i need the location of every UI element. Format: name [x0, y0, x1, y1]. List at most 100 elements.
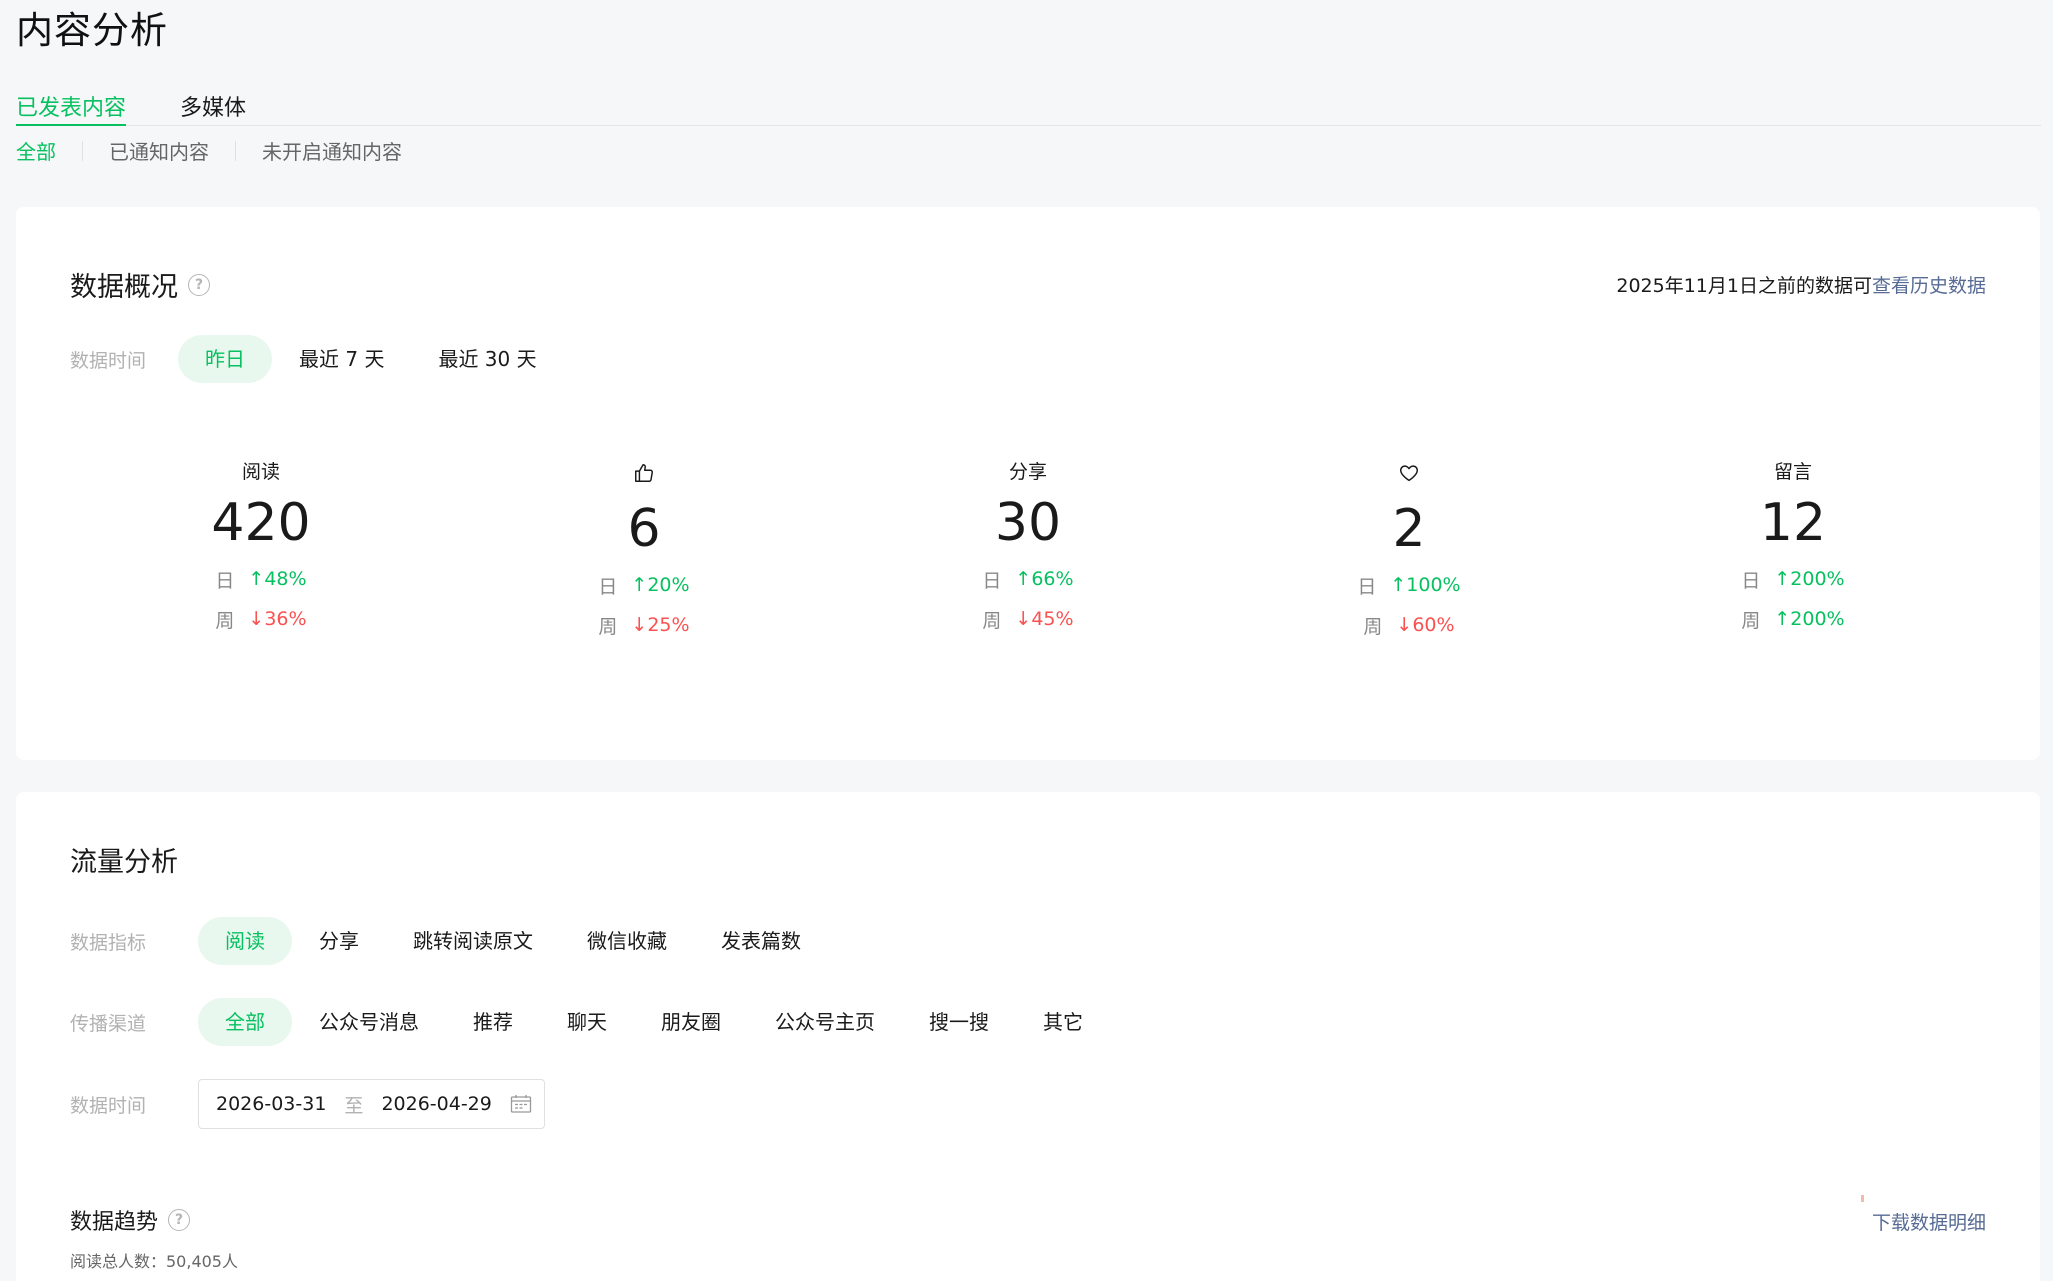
trend-title: 数据趋势	[70, 1210, 159, 1235]
stat-day-change: 日 ↑100%	[1309, 571, 1509, 599]
thumbs-up-icon	[635, 463, 653, 482]
date-start[interactable]: 2026-03-31	[216, 1093, 326, 1115]
history-prefix: 2025年11月1日之前的数据可	[1616, 275, 1872, 297]
day-change-value: ↑48%	[248, 568, 307, 590]
day-change-value: ↑20%	[631, 574, 690, 596]
stat-value: 420	[211, 493, 311, 553]
traffic-card: 流量分析 数据指标 阅读 分享 跳转阅读原文 微信收藏 发表篇数 传播渠道 全部…	[16, 792, 2040, 1281]
stat-share: 分享 30 日 ↑66% 周 ↓45%	[928, 459, 1128, 633]
week-change-value: ↓60%	[1396, 614, 1455, 636]
arrow-up-icon: ↑	[1015, 568, 1032, 590]
date-end[interactable]: 2026-04-29	[381, 1093, 491, 1115]
date-separator: 至	[344, 1094, 364, 1117]
sub-tabs: 全部 已通知内容 未开启通知内容	[16, 136, 402, 165]
stat-value: 6	[627, 499, 661, 559]
page-title: 内容分析	[16, 9, 168, 52]
arrow-down-icon: ↓	[1396, 614, 1413, 636]
time-label: 数据时间	[70, 349, 147, 372]
subtab-all[interactable]: 全部	[16, 136, 56, 165]
trend-heading: 数据趋势 ?	[70, 1204, 191, 1236]
metric-share[interactable]: 分享	[292, 917, 386, 965]
decorative-mark	[1861, 1195, 1864, 1202]
stat-week-change: 周 ↓25%	[544, 611, 744, 639]
channel-moments[interactable]: 朋友圈	[634, 998, 748, 1046]
day-change-value: ↑100%	[1390, 574, 1461, 596]
week-label: 周	[1363, 615, 1383, 638]
channel-filter: 传播渠道 全部 公众号消息 推荐 聊天 朋友圈 公众号主页 搜一搜 其它	[70, 998, 1110, 1046]
week-label: 周	[1741, 609, 1761, 632]
date-filter: 数据时间 2026-03-31 至 2026-04-29	[70, 1079, 545, 1129]
overview-title: 数据概况	[70, 272, 178, 303]
channel-chat[interactable]: 聊天	[540, 998, 634, 1046]
stat-likes: 6 日 ↑20% 周 ↓25%	[544, 459, 744, 639]
week-change-value: ↓45%	[1015, 608, 1074, 630]
week-label: 周	[215, 609, 235, 632]
help-icon[interactable]: ?	[188, 273, 210, 296]
channel-official-homepage[interactable]: 公众号主页	[748, 998, 902, 1046]
week-change-value: ↓25%	[631, 614, 690, 636]
arrow-down-icon: ↓	[631, 614, 648, 636]
download-data-link[interactable]: 下载数据明细	[1872, 1208, 1986, 1235]
overview-stats: 阅读 420 日 ↑48% 周 ↓36% 6 日 ↑20% 周 ↓25% 分享 …	[16, 459, 2040, 699]
overview-heading: 数据概况 ?	[70, 265, 210, 304]
tab-multimedia[interactable]: 多媒体	[180, 88, 246, 126]
stat-day-change: 日 ↑48%	[161, 565, 361, 593]
metric-label: 数据指标	[70, 931, 147, 954]
main-tabs: 已发表内容 多媒体	[16, 88, 2041, 126]
arrow-up-icon: ↑	[1390, 574, 1407, 596]
stat-week-change: 周 ↑200%	[1693, 605, 1893, 633]
stat-label	[1309, 459, 1509, 485]
stat-label	[544, 459, 744, 485]
content-analysis-page: 内容分析 已发表内容 多媒体 全部 已通知内容 未开启通知内容 数据概况 ? 2…	[0, 0, 2053, 1281]
channel-official-message[interactable]: 公众号消息	[292, 998, 446, 1046]
channel-all[interactable]: 全部	[198, 998, 292, 1046]
overview-card: 数据概况 ? 2025年11月1日之前的数据可查看历史数据 数据时间 昨日 最近…	[16, 207, 2040, 760]
subtab-divider	[235, 140, 236, 161]
channel-label: 传播渠道	[70, 1012, 147, 1035]
date-label: 数据时间	[70, 1094, 147, 1117]
day-change-value: ↑66%	[1015, 568, 1074, 590]
date-range-picker[interactable]: 2026-03-31 至 2026-04-29	[198, 1079, 545, 1129]
time-option-7-days[interactable]: 最近 7 天	[272, 335, 411, 383]
day-label: 日	[598, 575, 618, 598]
week-change-value: ↑200%	[1774, 608, 1845, 630]
metric-read[interactable]: 阅读	[198, 917, 292, 965]
day-label: 日	[1741, 569, 1761, 592]
week-change-value: ↓36%	[248, 608, 307, 630]
stat-day-change: 日 ↑200%	[1693, 565, 1893, 593]
time-option-30-days[interactable]: 最近 30 天	[411, 335, 563, 383]
subtab-notified[interactable]: 已通知内容	[109, 136, 209, 165]
day-change-value: ↑200%	[1774, 568, 1845, 590]
tab-published[interactable]: 已发表内容	[16, 88, 127, 126]
stat-comments: 留言 12 日 ↑200% 周 ↑200%	[1693, 459, 1893, 633]
trend-total-readers: 阅读总人数：50,405人	[70, 1252, 238, 1271]
help-icon[interactable]: ?	[168, 1209, 191, 1231]
stat-value: 2	[1392, 499, 1426, 559]
subtab-not-notified[interactable]: 未开启通知内容	[262, 136, 402, 165]
stat-day-change: 日 ↑20%	[544, 571, 744, 599]
week-label: 周	[598, 615, 618, 638]
stat-label: 分享	[1008, 461, 1047, 483]
time-option-yesterday[interactable]: 昨日	[178, 335, 272, 383]
overview-time-filter: 数据时间 昨日 最近 7 天 最近 30 天	[70, 335, 564, 383]
traffic-title: 流量分析	[70, 847, 178, 878]
stat-read: 阅读 420 日 ↑48% 周 ↓36%	[161, 459, 361, 633]
day-label: 日	[215, 569, 235, 592]
heart-icon	[1400, 464, 1418, 481]
stat-value: 12	[1759, 493, 1827, 553]
metric-read-original[interactable]: 跳转阅读原文	[386, 917, 560, 965]
channel-search[interactable]: 搜一搜	[902, 998, 1016, 1046]
stat-day-change: 日 ↑66%	[928, 565, 1128, 593]
calendar-icon[interactable]	[510, 1094, 532, 1114]
metric-filter: 数据指标 阅读 分享 跳转阅读原文 微信收藏 发表篇数	[70, 917, 828, 965]
history-link[interactable]: 查看历史数据	[1872, 275, 1986, 297]
stat-week-change: 周 ↓60%	[1309, 611, 1509, 639]
channel-other[interactable]: 其它	[1016, 998, 1110, 1046]
day-label: 日	[982, 569, 1002, 592]
metric-published-count[interactable]: 发表篇数	[694, 917, 828, 965]
metric-wechat-favorite[interactable]: 微信收藏	[560, 917, 694, 965]
arrow-up-icon: ↑	[631, 574, 648, 596]
channel-recommend[interactable]: 推荐	[446, 998, 540, 1046]
subtab-divider	[82, 140, 83, 161]
day-label: 日	[1357, 575, 1377, 598]
